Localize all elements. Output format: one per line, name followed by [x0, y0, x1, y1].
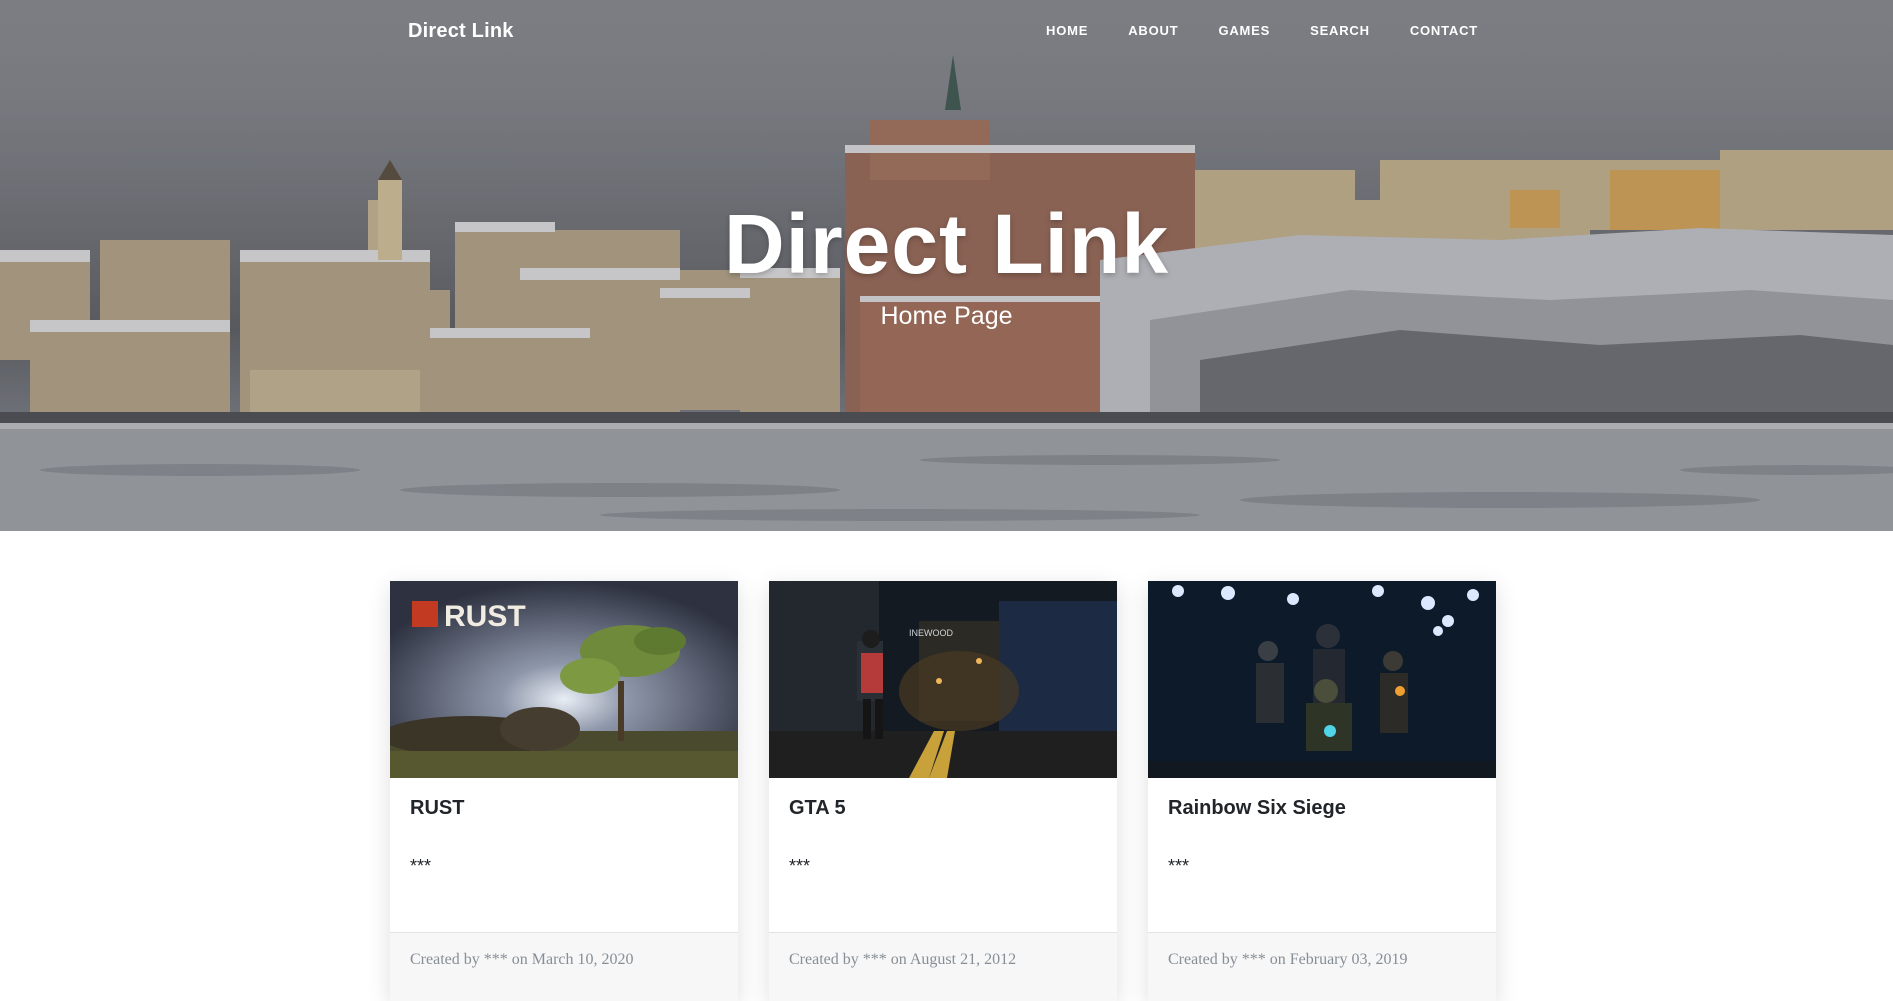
- hero-header: Direct Link HOME ABOUT GAMES SEARCH CONT…: [0, 0, 1893, 531]
- hero-subtitle: Home Page: [880, 302, 1013, 330]
- rust-logo-text: RUST: [444, 600, 526, 633]
- card-footer-text: Created by *** on February 03, 2019: [1168, 951, 1408, 968]
- nav-games[interactable]: GAMES: [1218, 23, 1270, 38]
- nav-contact[interactable]: CONTACT: [1410, 23, 1478, 38]
- street-sign-text: INEWOOD: [909, 628, 953, 638]
- r6-cover-image[interactable]: [1148, 581, 1496, 778]
- nav-search[interactable]: SEARCH: [1310, 23, 1370, 38]
- gta5-cover-image[interactable]: INEWOOD: [769, 581, 1117, 778]
- brand-logo[interactable]: Direct Link: [408, 20, 514, 43]
- hero-title: Direct Link: [723, 197, 1170, 291]
- card-footer: Created by *** on August 21, 2012: [769, 932, 1117, 1001]
- card-footer-text: Created by *** on March 10, 2020: [410, 951, 634, 968]
- card-title[interactable]: RUST: [410, 797, 464, 820]
- main-nav: HOME ABOUT GAMES SEARCH CONTACT: [1046, 23, 1478, 38]
- game-card-rust[interactable]: RUST RUST *** Created by *** on March 10…: [390, 581, 738, 1001]
- rust-cover-image[interactable]: RUST: [390, 581, 738, 778]
- nav-about[interactable]: ABOUT: [1128, 23, 1178, 38]
- card-text: ***: [1168, 856, 1190, 876]
- card-footer-text: Created by *** on August 21, 2012: [789, 951, 1017, 968]
- game-card-gta5[interactable]: INEWOOD GTA 5 *** Created by *** on Augu…: [769, 581, 1117, 1001]
- nav-home[interactable]: HOME: [1046, 23, 1088, 38]
- card-footer: Created by *** on February 03, 2019: [1148, 932, 1496, 1001]
- game-card-rainbow-six-siege[interactable]: Rainbow Six Siege *** Created by *** on …: [1148, 581, 1496, 1001]
- card-text: ***: [410, 856, 432, 876]
- card-footer: Created by *** on March 10, 2020: [390, 932, 738, 1001]
- card-title[interactable]: Rainbow Six Siege: [1168, 797, 1346, 820]
- card-text: ***: [789, 856, 811, 876]
- game-cards: RUST RUST *** Created by *** on March 10…: [390, 581, 1496, 1001]
- card-title[interactable]: GTA 5: [789, 797, 846, 820]
